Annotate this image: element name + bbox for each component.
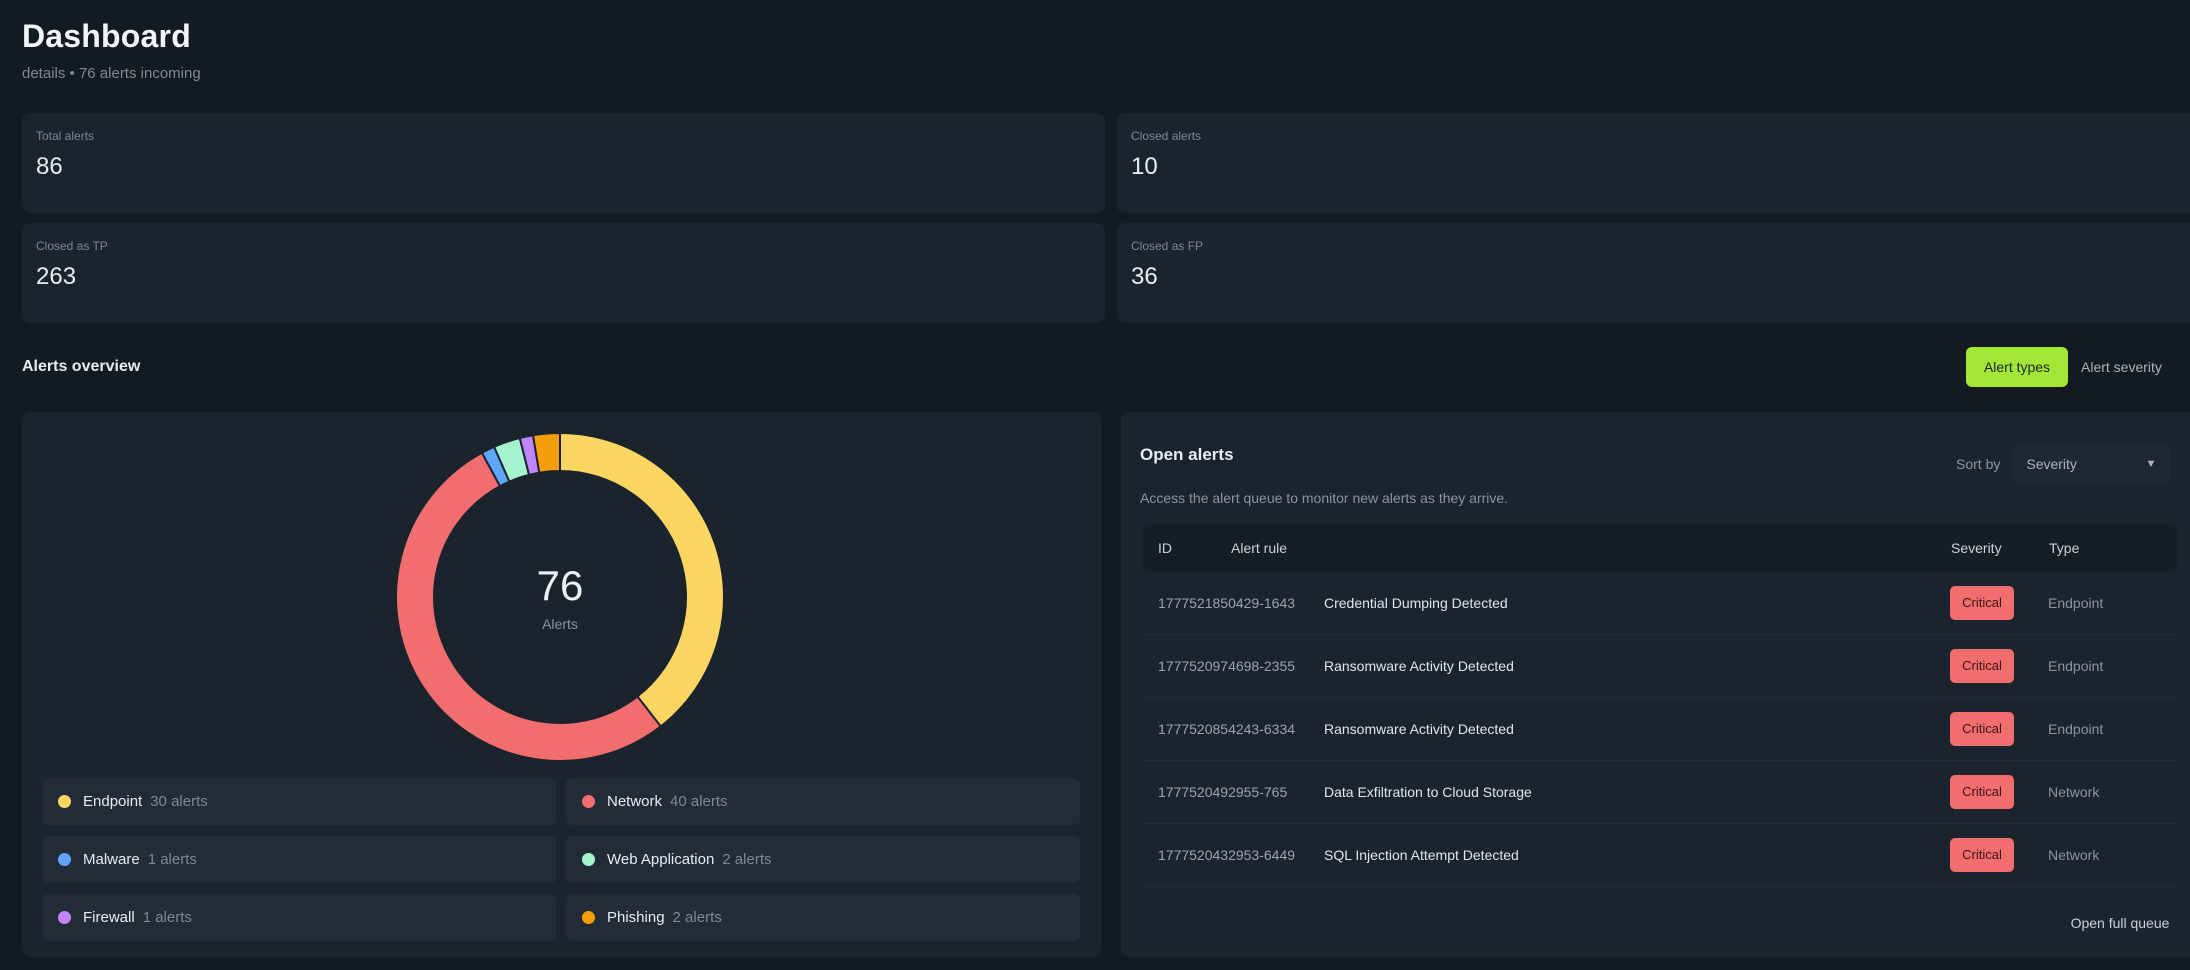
table-row[interactable]: 1777520974698-2355 Ransomware Activity D… — [1143, 635, 2177, 698]
column-header-type[interactable]: Type — [2049, 540, 2177, 556]
legend-dot — [58, 795, 71, 808]
page-subtitle: details • 76 alerts incoming — [22, 65, 201, 82]
alert-rule: Ransomware Activity Detected — [1324, 658, 1514, 674]
sort-select[interactable]: Severity ▼ — [2012, 444, 2171, 484]
legend-name: Firewall — [83, 909, 135, 926]
table-row[interactable]: 1777520854243-6334 Ransomware Activity D… — [1143, 698, 2177, 761]
table-row[interactable]: 1777520432953-6449 SQL Injection Attempt… — [1143, 824, 2177, 887]
alert-type: Endpoint — [2048, 658, 2104, 674]
open-alerts-table: ID Alert rule Severity Type 177752185042… — [1143, 524, 2177, 887]
legend-name: Web Application — [607, 851, 715, 868]
alert-type: Endpoint — [2048, 721, 2104, 737]
stat-card-closed-tp: Closed as TP 263 — [22, 223, 1105, 323]
stat-value: 263 — [36, 263, 77, 290]
legend-item-malware[interactable]: Malware 1 alerts — [42, 836, 556, 883]
alert-severity-tab[interactable]: Alert severity — [2068, 347, 2175, 387]
legend-count: 1 alerts — [147, 851, 197, 868]
column-header-id[interactable]: ID — [1143, 540, 1231, 556]
sort-value: Severity — [2026, 456, 2077, 472]
alert-id: 1777520974698-2355 — [1158, 658, 1296, 674]
stat-label: Closed as FP — [1131, 239, 1204, 253]
alert-type: Endpoint — [2048, 595, 2104, 611]
severity-badge: Critical — [1950, 838, 2014, 872]
donut-legend: Endpoint 30 alerts Network 40 alerts Mal… — [42, 778, 1080, 941]
severity-cell: Critical — [1950, 649, 2048, 683]
alert-rule: Ransomware Activity Detected — [1324, 721, 1514, 737]
stat-label: Closed alerts — [1131, 129, 1202, 143]
alert-id: 1777521850429-1643 — [1158, 595, 1296, 611]
page-header: Dashboard details • 76 alerts incoming — [22, 18, 201, 82]
legend-dot — [58, 853, 71, 866]
legend-item-endpoint[interactable]: Endpoint 30 alerts — [42, 778, 556, 825]
legend-count: 1 alerts — [142, 909, 192, 926]
open-alerts-title: Open alerts — [1140, 445, 1234, 464]
stat-value: 86 — [36, 153, 63, 180]
legend-dot — [58, 911, 71, 924]
alerts-overview-panel: 76 Alerts Endpoint 30 alerts Network 40 … — [22, 412, 1102, 957]
legend-item-web-application[interactable]: Web Application 2 alerts — [566, 836, 1080, 883]
table-header: ID Alert rule Severity Type — [1143, 524, 2177, 572]
alerts-overview-title: Alerts overview — [22, 358, 141, 375]
legend-item-network[interactable]: Network 40 alerts — [566, 778, 1080, 825]
severity-cell: Critical — [1950, 712, 2048, 746]
legend-dot — [582, 911, 595, 924]
open-full-queue-button[interactable]: Open full queue — [2056, 904, 2184, 942]
alert-id: 1777520432953-6449 — [1158, 847, 1296, 863]
severity-badge: Critical — [1950, 649, 2014, 683]
legend-name: Network — [607, 793, 663, 810]
sort-label: Sort by — [1956, 456, 2001, 472]
alert-id: 1777520854243-6334 — [1158, 721, 1296, 737]
alert-rule: Data Exfiltration to Cloud Storage — [1324, 784, 1532, 800]
severity-cell: Critical — [1950, 775, 2048, 809]
alert-type: Network — [2048, 847, 2100, 863]
legend-dot — [582, 853, 595, 866]
column-header-severity[interactable]: Severity — [1951, 540, 2049, 556]
sort-control: Sort by Severity ▼ — [1956, 444, 2171, 484]
severity-cell: Critical — [1950, 838, 2048, 872]
stat-value: 10 — [1131, 153, 1158, 180]
alert-id: 1777520492955-765 — [1158, 784, 1288, 800]
alert-rule: Credential Dumping Detected — [1324, 595, 1508, 611]
stat-card-closed-alerts: Closed alerts 10 — [1117, 113, 2190, 213]
stat-card-closed-fp: Closed as FP 36 — [1117, 223, 2190, 323]
severity-badge: Critical — [1950, 586, 2014, 620]
severity-badge: Critical — [1950, 712, 2014, 746]
severity-badge: Critical — [1950, 775, 2014, 809]
open-alerts-panel: Open alerts Sort by Severity ▼ Access th… — [1121, 412, 2190, 957]
alert-types-tab[interactable]: Alert types — [1966, 347, 2068, 387]
chevron-down-icon: ▼ — [2145, 458, 2157, 470]
stat-label: Closed as TP — [36, 239, 108, 253]
stat-label: Total alerts — [36, 129, 95, 143]
legend-name: Endpoint — [83, 793, 143, 810]
legend-item-firewall[interactable]: Firewall 1 alerts — [42, 894, 556, 941]
legend-name: Malware — [83, 851, 140, 868]
table-row[interactable]: 1777520492955-765 Data Exfiltration to C… — [1143, 761, 2177, 824]
overview-toggle: Alert types Alert severity — [1966, 347, 2175, 387]
donut-center: 76 Alerts — [395, 432, 725, 762]
donut-label: Alerts — [542, 616, 578, 632]
page-title: Dashboard — [22, 18, 191, 54]
column-header-rule[interactable]: Alert rule — [1231, 540, 1951, 556]
donut-total: 76 — [536, 562, 584, 609]
alert-type: Network — [2048, 784, 2100, 800]
table-row[interactable]: 1777521850429-1643 Credential Dumping De… — [1143, 572, 2177, 635]
legend-dot — [582, 795, 595, 808]
open-alerts-description: Access the alert queue to monitor new al… — [1140, 490, 1509, 506]
alert-rule: SQL Injection Attempt Detected — [1324, 847, 1519, 863]
legend-count: 40 alerts — [670, 793, 728, 810]
severity-cell: Critical — [1950, 586, 2048, 620]
alerts-donut-chart: 76 Alerts — [395, 432, 725, 762]
legend-count: 2 alerts — [722, 851, 772, 868]
legend-count: 2 alerts — [672, 909, 722, 926]
legend-name: Phishing — [607, 909, 665, 926]
stat-card-total-alerts: Total alerts 86 — [22, 113, 1105, 213]
stat-value: 36 — [1131, 263, 1158, 290]
legend-item-phishing[interactable]: Phishing 2 alerts — [566, 894, 1080, 941]
legend-count: 30 alerts — [150, 793, 208, 810]
